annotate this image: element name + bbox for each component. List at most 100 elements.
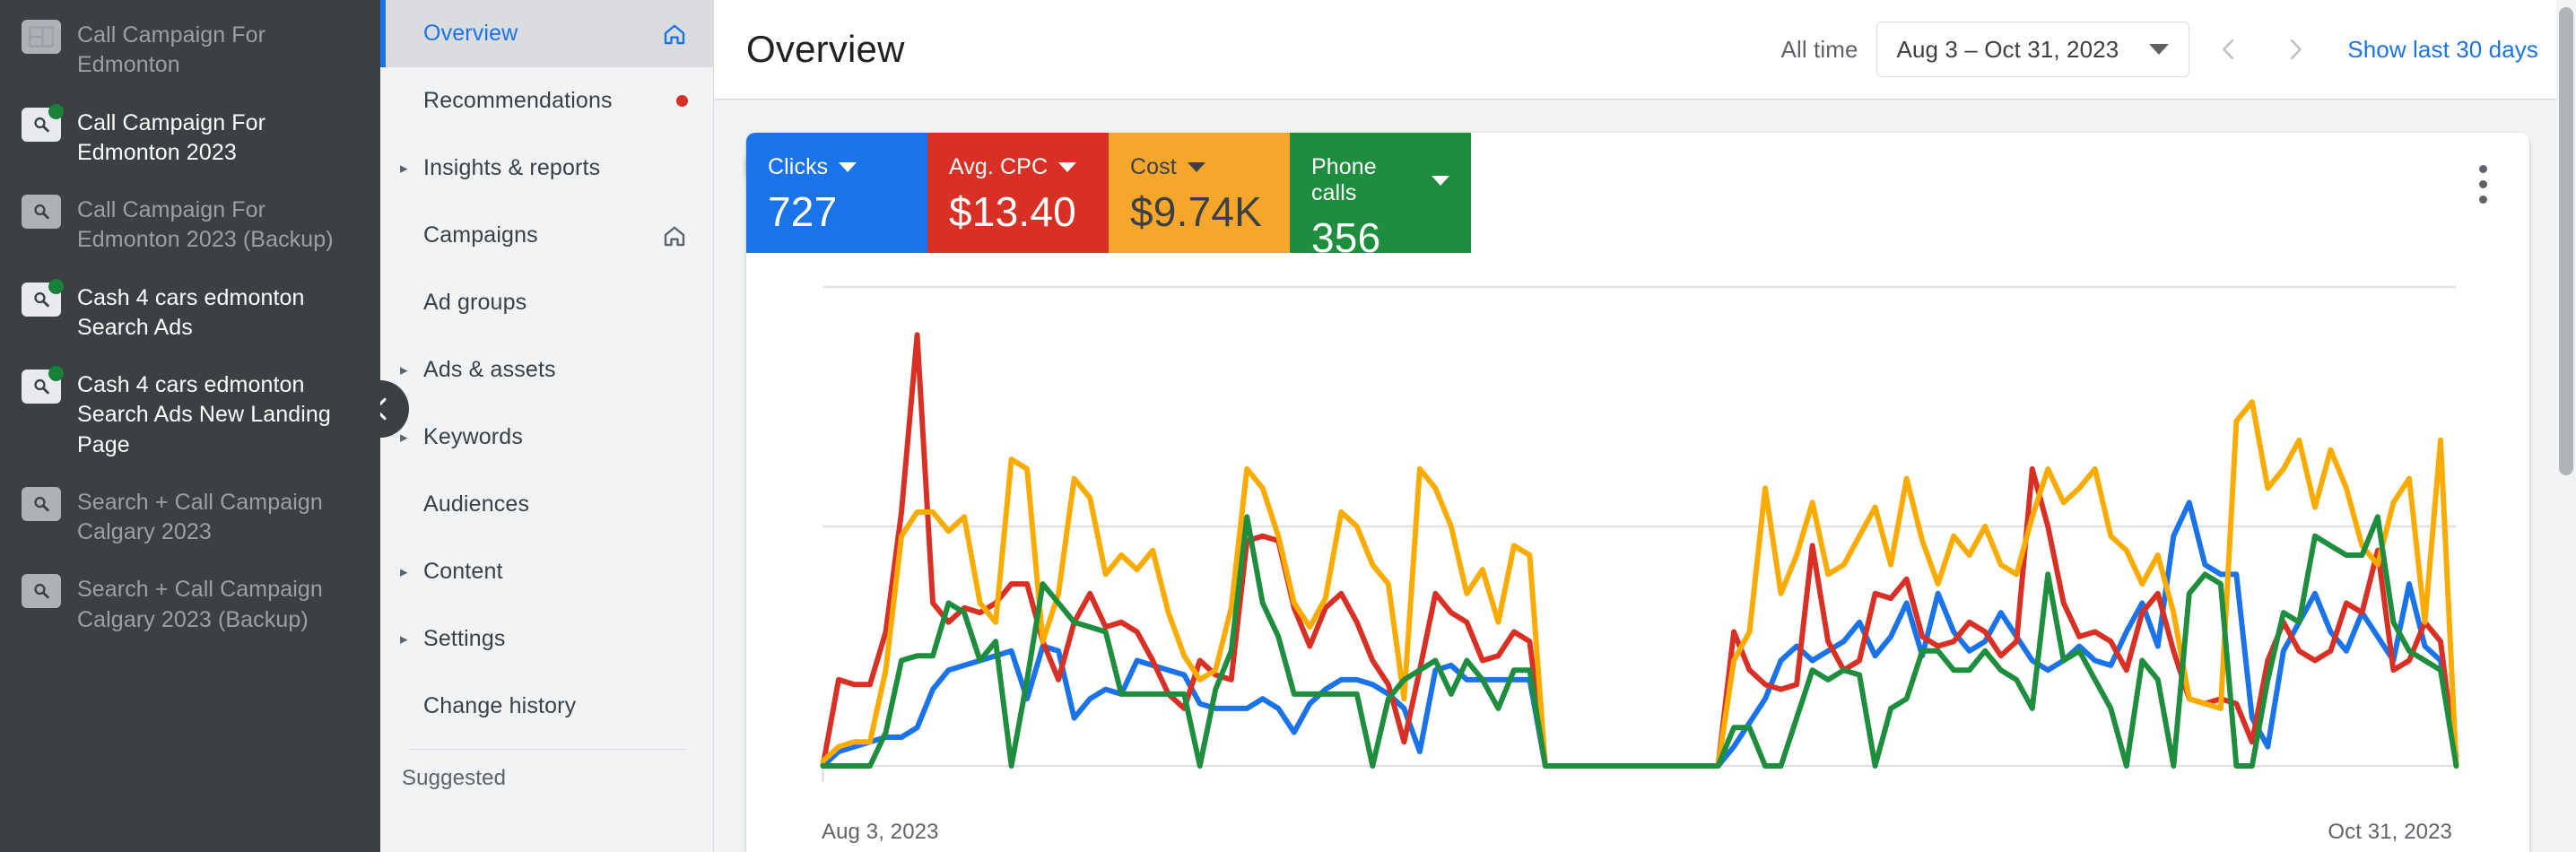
campaign-layout-icon bbox=[22, 20, 61, 54]
chevron-down-icon bbox=[1187, 162, 1205, 172]
date-range-selector[interactable]: Aug 3 – Oct 31, 2023 bbox=[1875, 22, 2190, 77]
page-title: Overview bbox=[746, 28, 905, 70]
home-icon bbox=[661, 222, 688, 249]
metric-value: $9.74K bbox=[1130, 188, 1262, 235]
campaign-rail-item-label: Search + Call Campaign Calgary 2023 bbox=[77, 489, 323, 544]
campaign-icon-wrap bbox=[22, 103, 64, 145]
home-icon bbox=[664, 24, 685, 44]
sidebar-item-label: Change history bbox=[423, 693, 577, 718]
campaign-rail-item-label: Cash 4 cars edmonton Search Ads New Land… bbox=[77, 372, 331, 457]
search-campaign-icon bbox=[22, 195, 61, 229]
campaign-rail-item[interactable]: Search + Call Campaign Calgary 2023 (Bac… bbox=[0, 560, 380, 648]
metric-tile[interactable]: Cost $9.74K bbox=[1109, 133, 1290, 253]
sidebar-item-label: Insights & reports bbox=[423, 155, 601, 180]
metric-tile[interactable]: Phone calls 356 bbox=[1290, 133, 1471, 260]
search-icon bbox=[34, 496, 49, 512]
main-content: Overview All time Aug 3 – Oct 31, 2023 S… bbox=[714, 0, 2576, 852]
home-icon bbox=[661, 21, 688, 48]
sidebar-item-audiences[interactable]: ▸Audiences bbox=[380, 471, 713, 538]
campaign-rail: Call Campaign For Edmonton Call Campaign … bbox=[0, 0, 380, 852]
metric-selector[interactable]: Phone calls bbox=[1311, 154, 1449, 206]
campaign-icon-wrap bbox=[22, 20, 63, 57]
performance-line-chart bbox=[820, 285, 2459, 782]
chevron-left-icon bbox=[380, 397, 387, 421]
sidebar-item-content[interactable]: ▸ Content bbox=[380, 538, 713, 605]
campaign-icon-wrap bbox=[22, 366, 64, 407]
campaign-icon-wrap bbox=[22, 195, 63, 232]
sidebar-item-label: Ads & assets bbox=[423, 357, 556, 382]
sidebar-item-ad-groups[interactable]: ▸Ad groups bbox=[380, 269, 713, 336]
metric-value: $13.40 bbox=[949, 188, 1076, 235]
metric-tile[interactable]: Clicks 727 bbox=[746, 133, 927, 253]
metric-selector[interactable]: Avg. CPC bbox=[949, 154, 1087, 180]
campaign-enabled-status-dot bbox=[48, 278, 64, 294]
campaign-rail-item[interactable]: Call Campaign For Edmonton bbox=[0, 5, 380, 93]
sidebar-item-label: Ad groups bbox=[423, 290, 527, 315]
nav-section-label-suggested: Suggested bbox=[402, 766, 507, 790]
expand-arrow-icon: ▸ bbox=[400, 361, 408, 378]
kebab-dot bbox=[2478, 164, 2487, 173]
campaign-enabled-status-dot bbox=[48, 103, 64, 119]
sidebar-item-keywords[interactable]: ▸ Keywords bbox=[380, 404, 713, 471]
performance-chart: Aug 3, 2023 Oct 31, 2023 bbox=[746, 253, 2529, 852]
kebab-dot bbox=[2478, 195, 2487, 204]
sidebar-item-recommendations[interactable]: ▸Recommendations bbox=[380, 67, 713, 135]
metric-name-label: Clicks bbox=[768, 154, 829, 179]
show-last-30-days-link[interactable]: Show last 30 days bbox=[2347, 36, 2538, 64]
sidebar-item-label: Settings bbox=[423, 626, 506, 651]
section-navigation: ▸Overview▸Recommendations▸Insights & rep… bbox=[380, 0, 714, 852]
campaign-rail-item-label: Call Campaign For Edmonton 2023 (Backup) bbox=[77, 197, 334, 253]
search-icon bbox=[34, 204, 49, 220]
previous-date-range-button[interactable] bbox=[2202, 22, 2256, 76]
sidebar-item-label: Overview bbox=[423, 21, 518, 46]
campaign-rail-item-label: Cash 4 cars edmonton Search Ads bbox=[77, 284, 305, 340]
chevron-left-icon bbox=[2223, 39, 2234, 60]
page-header: Overview All time Aug 3 – Oct 31, 2023 S… bbox=[714, 0, 2576, 99]
metric-tile[interactable]: Avg. CPC $13.40 bbox=[927, 133, 1109, 253]
search-icon bbox=[34, 584, 49, 599]
campaign-rail-item[interactable]: Cash 4 cars edmonton Search Ads bbox=[0, 268, 380, 356]
search-campaign-icon bbox=[22, 574, 61, 609]
expand-arrow-icon: ▸ bbox=[400, 563, 408, 580]
campaign-rail-item-label: Search + Call Campaign Calgary 2023 (Bac… bbox=[77, 577, 323, 632]
all-time-label: All time bbox=[1780, 35, 1858, 63]
metric-value: 727 bbox=[768, 188, 838, 235]
sidebar-item-campaigns[interactable]: ▸Campaigns bbox=[380, 202, 713, 269]
campaign-icon-wrap bbox=[22, 278, 64, 320]
sidebar-item-change-history[interactable]: ▸Change history bbox=[380, 673, 713, 740]
metric-selector[interactable]: Clicks bbox=[768, 154, 906, 180]
sidebar-item-ads-assets[interactable]: ▸ Ads & assets bbox=[380, 336, 713, 404]
overview-performance-card: Clicks 727 Avg. CPC $13.40 Cost $9.74K Phone c… bbox=[746, 133, 2529, 852]
campaign-rail-item[interactable]: Call Campaign For Edmonton 2023 bbox=[0, 93, 380, 181]
chevron-down-icon bbox=[839, 162, 857, 172]
expand-arrow-icon: ▸ bbox=[400, 160, 408, 177]
sidebar-item-overview[interactable]: ▸Overview bbox=[380, 0, 713, 67]
metric-tiles: Clicks 727 Avg. CPC $13.40 Cost $9.74K Phone c… bbox=[746, 133, 2529, 260]
metric-selector[interactable]: Cost bbox=[1130, 154, 1268, 180]
campaign-rail-item[interactable]: Search + Call Campaign Calgary 2023 bbox=[0, 473, 380, 561]
sidebar-item-label: Keywords bbox=[423, 424, 523, 449]
metric-name-label: Cost bbox=[1130, 154, 1177, 179]
sidebar-item-label: Recommendations bbox=[423, 88, 613, 113]
recommendations-badge-dot bbox=[676, 95, 688, 107]
campaign-rail-item[interactable]: Call Campaign For Edmonton 2023 (Backup) bbox=[0, 180, 380, 268]
scrollbar-thumb[interactable] bbox=[2559, 7, 2573, 475]
header-controls: All time Aug 3 – Oct 31, 2023 Show last … bbox=[1781, 22, 2539, 77]
card-more-options-button[interactable] bbox=[2459, 156, 2506, 212]
metric-name-label: Avg. CPC bbox=[949, 154, 1049, 179]
kebab-dot bbox=[2478, 179, 2487, 188]
expand-arrow-icon: ▸ bbox=[400, 630, 408, 648]
campaign-rail-item-label: Call Campaign For Edmonton 2023 bbox=[77, 109, 266, 165]
campaign-rail-item[interactable]: Cash 4 cars edmonton Search Ads New Land… bbox=[0, 355, 380, 473]
page-scrollbar[interactable] bbox=[2556, 0, 2576, 852]
chevron-down-icon bbox=[1432, 175, 1449, 186]
sidebar-item-label: Content bbox=[423, 559, 503, 584]
sidebar-item-insights-reports[interactable]: ▸ Insights & reports bbox=[380, 135, 713, 202]
chart-start-date: Aug 3, 2023 bbox=[822, 820, 939, 844]
sidebar-item-settings[interactable]: ▸ Settings bbox=[380, 605, 713, 673]
sidebar-item-label: Campaigns bbox=[423, 222, 538, 248]
sidebar-item-label: Audiences bbox=[423, 491, 530, 517]
expand-arrow-icon: ▸ bbox=[400, 429, 408, 446]
next-date-range-button[interactable] bbox=[2268, 22, 2322, 76]
chevron-right-icon bbox=[2291, 39, 2302, 60]
